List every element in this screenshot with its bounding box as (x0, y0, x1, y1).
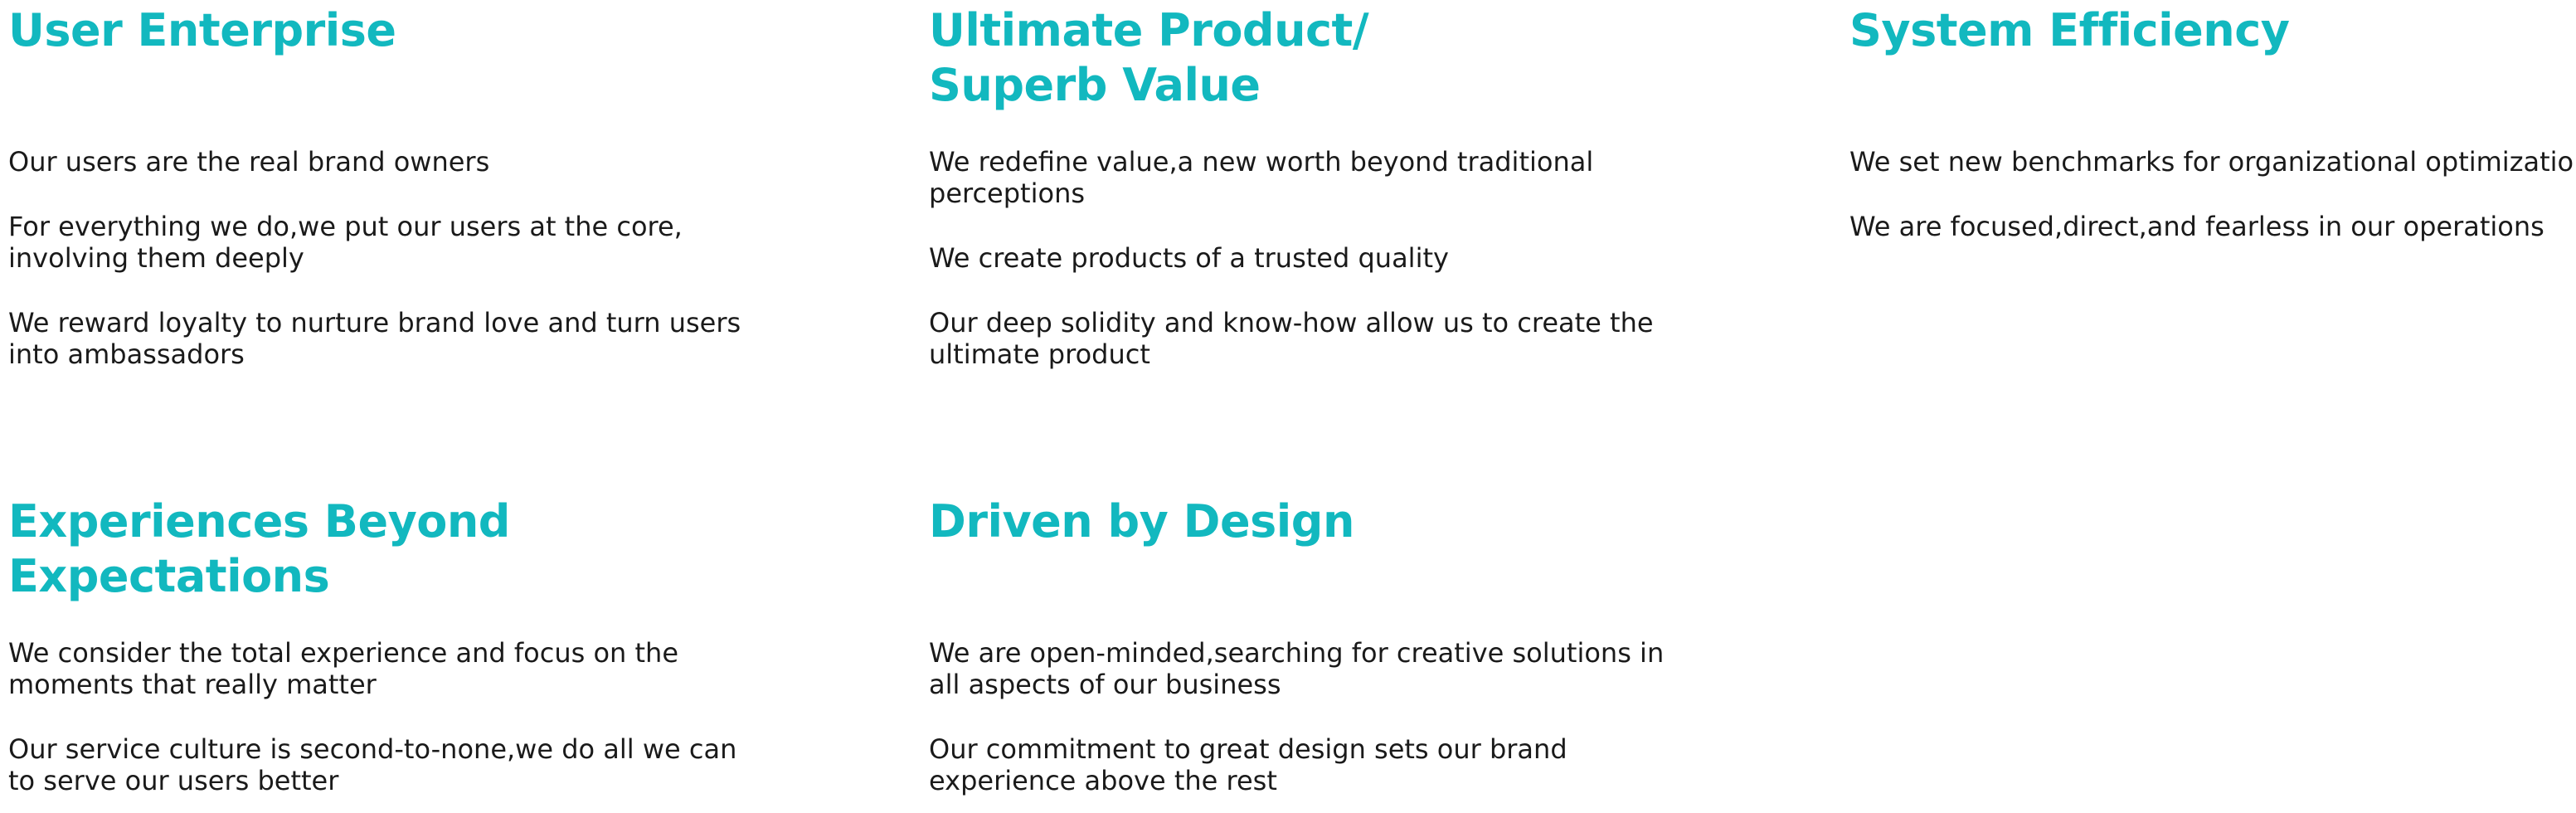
value-card-title: User Enterprise (8, 3, 755, 58)
value-card-title: Ultimate Product/ Superb Value (929, 3, 1675, 113)
value-card-title-line: Superb Value (929, 59, 1261, 111)
value-card-title-line: Ultimate Product/ (929, 4, 1369, 56)
value-card-item: We redefine value,a new worth beyond tra… (929, 146, 1594, 209)
value-card-list: We redefine value,a new worth beyond tra… (929, 146, 1675, 370)
value-card-title-line: System Efficiency (1849, 4, 2290, 56)
value-card-item: We consider the total experience and foc… (8, 637, 679, 700)
value-card-title: Experiences Beyond Expectations (8, 494, 755, 604)
value-card-title-line: Driven by Design (929, 495, 1354, 548)
value-card-item: Our commitment to great design sets our … (929, 733, 1567, 796)
value-card-title: Driven by Design (929, 494, 1675, 549)
value-card-list: We set new benchmarks for organizational… (1849, 146, 2576, 242)
value-card-user-enterprise: User Enterprise Our users are the real b… (8, 3, 755, 393)
value-card-title: System Efficiency (1849, 3, 2576, 58)
value-card-item: We set new benchmarks for organizational… (1849, 146, 2576, 178)
value-card-item: Our deep solidity and know-how allow us … (929, 307, 1654, 370)
value-card-list: Our users are the real brand owners For … (8, 146, 755, 370)
value-card-item: Our users are the real brand owners (8, 146, 490, 178)
values-page: User Enterprise Our users are the real b… (0, 0, 2576, 813)
value-card-experiences: Experiences Beyond Expectations We consi… (8, 494, 755, 813)
value-card-title-line: Experiences Beyond (8, 495, 510, 548)
value-card-item: For everything we do,we put our users at… (8, 211, 683, 274)
value-card-list: We consider the total experience and foc… (8, 637, 755, 796)
value-card-item: We create products of a trusted quality (929, 242, 1449, 274)
value-card-list: We are open-minded,searching for creativ… (929, 637, 1675, 796)
value-card-item: We reward loyalty to nurture brand love … (8, 307, 741, 370)
value-card-title-line: User Enterprise (8, 4, 396, 56)
value-card-item: We are focused,direct,and fearless in ou… (1849, 211, 2544, 242)
value-card-item: We are open-minded,searching for creativ… (929, 637, 1665, 700)
value-card-item: Our service culture is second-to-none,we… (8, 733, 737, 796)
value-card-title-line: Expectations (8, 550, 330, 602)
value-card-driven-by-design: Driven by Design We are open-minded,sear… (929, 494, 1675, 813)
value-card-system-efficiency: System Efficiency We set new benchmarks … (1849, 3, 2576, 393)
value-card-ultimate-product: Ultimate Product/ Superb Value We redefi… (929, 3, 1675, 393)
